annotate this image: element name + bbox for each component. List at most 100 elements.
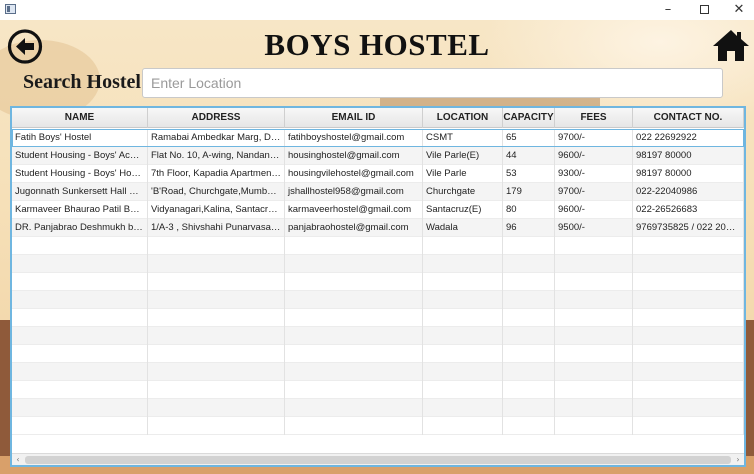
horizontal-scrollbar[interactable]: ‹ › (12, 453, 744, 465)
table-row[interactable]: Fatih Boys' Hostel Ramabai Ambedkar Marg,… (12, 129, 744, 147)
table-cell: 9300/- (555, 165, 633, 183)
table-row[interactable]: Karmaveer Bhaurao Patil Boys ... Vidyanag… (12, 201, 744, 219)
scroll-left-icon[interactable]: ‹ (12, 454, 24, 465)
column-header-contact[interactable]: CONTACT NO. (633, 108, 744, 128)
table-cell: DR. Panjabrao Deshmukh boys... (12, 219, 148, 237)
table-cell (423, 237, 503, 255)
table-cell: 44 (503, 147, 555, 165)
table-row[interactable]: Jugonnath Sunkersett Hall Hos... 'B'Road,… (12, 183, 744, 201)
table-cell (555, 273, 633, 291)
table-cell (423, 399, 503, 417)
table-cell (148, 381, 285, 399)
table-cell: Fatih Boys' Hostel (12, 129, 148, 147)
table-cell (633, 309, 744, 327)
scroll-right-icon[interactable]: › (732, 454, 744, 465)
table-cell (503, 255, 555, 273)
table-cell: 179 (503, 183, 555, 201)
table-cell (555, 417, 633, 435)
column-header-email[interactable]: EMAIL ID (285, 108, 423, 128)
column-header-location[interactable]: LOCATION (423, 108, 503, 128)
table-cell (423, 273, 503, 291)
table-cell (285, 345, 423, 363)
table-cell (12, 327, 148, 345)
table-cell (423, 309, 503, 327)
table-row-empty (12, 255, 744, 273)
table-cell: 53 (503, 165, 555, 183)
table-row[interactable]: Student Housing - Boys' Hoste... 7th Floo… (12, 165, 744, 183)
hostel-table[interactable]: NAME ADDRESS EMAIL ID LOCATION CAPACITY … (10, 106, 746, 467)
table-cell (503, 291, 555, 309)
column-header-capacity[interactable]: CAPACITY (503, 108, 555, 128)
table-row-empty (12, 327, 744, 345)
table-cell (285, 291, 423, 309)
table-cell (148, 309, 285, 327)
column-header-fees[interactable]: FEES (555, 108, 633, 128)
table-cell (633, 345, 744, 363)
scrollbar-thumb[interactable] (25, 456, 731, 464)
table-cell (12, 363, 148, 381)
table-cell: fatihboyshostel@gmail.com (285, 129, 423, 147)
table-cell: karmaveerhostel@gmail.com (285, 201, 423, 219)
table-cell (148, 327, 285, 345)
home-icon (713, 30, 749, 61)
search-label: Search Hostel (23, 71, 141, 93)
table-cell (148, 273, 285, 291)
table-cell (503, 237, 555, 255)
table-cell (12, 345, 148, 363)
table-cell (285, 399, 423, 417)
table-cell (633, 417, 744, 435)
table-cell: 9769735825 / 022 2084 7... (633, 219, 744, 237)
table-cell (503, 327, 555, 345)
table-cell: 1/A-3 , Shivshahi Punarvasan P... (148, 219, 285, 237)
column-header-address[interactable]: ADDRESS (148, 108, 285, 128)
table-cell (503, 363, 555, 381)
table-cell (423, 363, 503, 381)
table-cell: housingvilehostel@gmail.com (285, 165, 423, 183)
table-cell (12, 255, 148, 273)
table-row-empty (12, 237, 744, 255)
table-cell (555, 399, 633, 417)
table-row[interactable]: DR. Panjabrao Deshmukh boys... 1/A-3 , Sh… (12, 219, 744, 237)
table-cell (148, 255, 285, 273)
table-row-empty (12, 417, 744, 435)
table-cell (12, 381, 148, 399)
table-cell (285, 363, 423, 381)
table-cell (633, 381, 744, 399)
table-cell: housinghostel@gmail.com (285, 147, 423, 165)
close-button[interactable]: ✕ (721, 0, 754, 20)
maximize-button[interactable] (686, 0, 722, 20)
table-cell: Flat No. 10, A-wing, Nandanva... (148, 147, 285, 165)
column-header-name[interactable]: NAME (12, 108, 148, 128)
table-row-empty (12, 363, 744, 381)
table-cell: Churchgate (423, 183, 503, 201)
table-cell (148, 399, 285, 417)
table-cell (555, 309, 633, 327)
table-cell: Wadala (423, 219, 503, 237)
table-cell (148, 417, 285, 435)
table-cell (285, 237, 423, 255)
table-cell (12, 273, 148, 291)
table-cell (12, 237, 148, 255)
table-cell (555, 327, 633, 345)
table-cell: 96 (503, 219, 555, 237)
table-cell (285, 309, 423, 327)
table-cell (12, 417, 148, 435)
table-cell: jshallhostel958@gmail.com (285, 183, 423, 201)
table-cell (633, 273, 744, 291)
search-input[interactable] (142, 68, 723, 98)
table-cell (503, 273, 555, 291)
table-cell: Vile Parle (423, 165, 503, 183)
table-row-empty (12, 399, 744, 417)
table-cell (285, 327, 423, 345)
table-cell (555, 255, 633, 273)
table-cell (555, 291, 633, 309)
table-cell (503, 417, 555, 435)
home-button[interactable] (711, 27, 751, 63)
table-cell: 98197 80000 (633, 165, 744, 183)
table-cell (555, 363, 633, 381)
table-cell: 80 (503, 201, 555, 219)
table-row[interactable]: Student Housing - Boys' Acco... Flat No. … (12, 147, 744, 165)
minimize-button[interactable]: – (650, 0, 686, 20)
table-cell (423, 417, 503, 435)
table-cell (555, 237, 633, 255)
